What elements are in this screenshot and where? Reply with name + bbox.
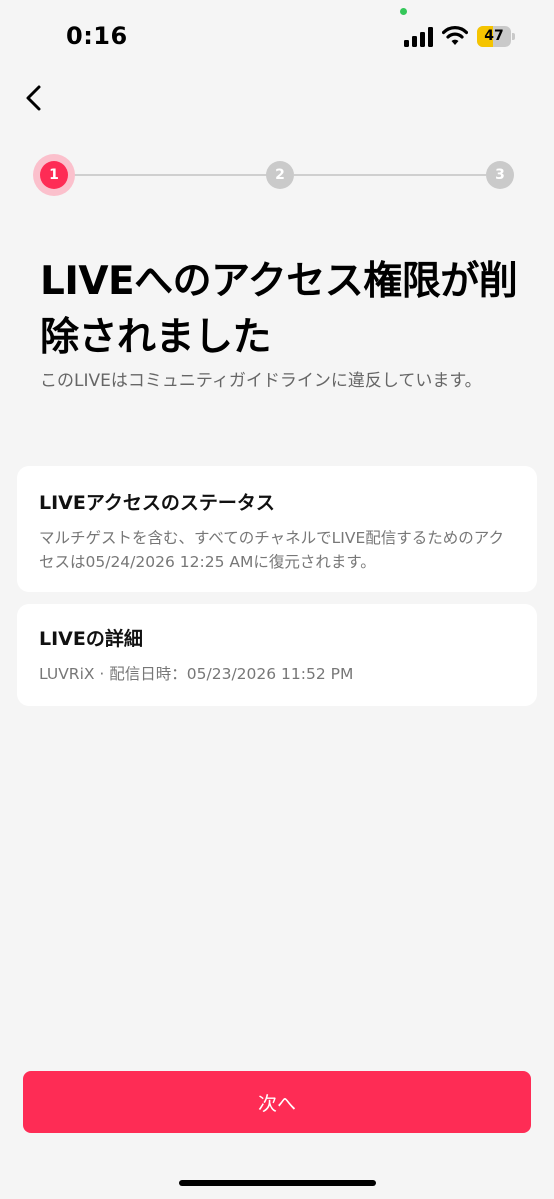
wifi-icon [442,26,468,45]
step-2: 2 [266,161,294,189]
screen: 0:16 47 1 2 3 LIVEへのアクセス権限が削除されました このLIV… [0,0,554,1199]
step-3: 3 [486,161,514,189]
battery-level: 47 [484,28,504,44]
status-time: 0:16 [66,22,128,50]
details-card-body: LUVRiX · 配信日時：05/23/2026 11:52 PM [39,665,354,683]
live-access-status-card: LIVEアクセスのステータス マルチゲストを含む、すべてのチャネルでLIVE配信… [17,466,537,592]
step-connector-1 [58,174,268,176]
battery-cap [512,33,515,40]
camera-indicator-dot [400,8,407,15]
cellular-signal-icon [404,27,433,47]
battery-indicator: 47 [477,26,515,47]
progress-stepper: 1 2 3 [30,150,520,200]
step-connector-2 [294,174,486,176]
page-title: LIVEへのアクセス権限が削除されました [40,259,518,360]
back-button[interactable] [14,78,54,118]
step-1: 1 [40,161,68,189]
chevron-left-icon [26,85,41,111]
status-card-body: マルチゲストを含む、すべてのチャネルでLIVE配信するためのアクセスは05/24… [39,529,504,571]
status-card-title: LIVEアクセスのステータス [39,492,275,514]
home-indicator [179,1180,376,1186]
live-details-card: LIVEの詳細 LUVRiX · 配信日時：05/23/2026 11:52 P… [17,604,537,706]
battery-body: 47 [477,26,511,47]
page-subtitle: このLIVEはコミュニティガイドラインに違反しています。 [40,371,482,391]
next-button[interactable]: 次へ [23,1071,531,1133]
details-card-title: LIVEの詳細 [39,628,143,650]
